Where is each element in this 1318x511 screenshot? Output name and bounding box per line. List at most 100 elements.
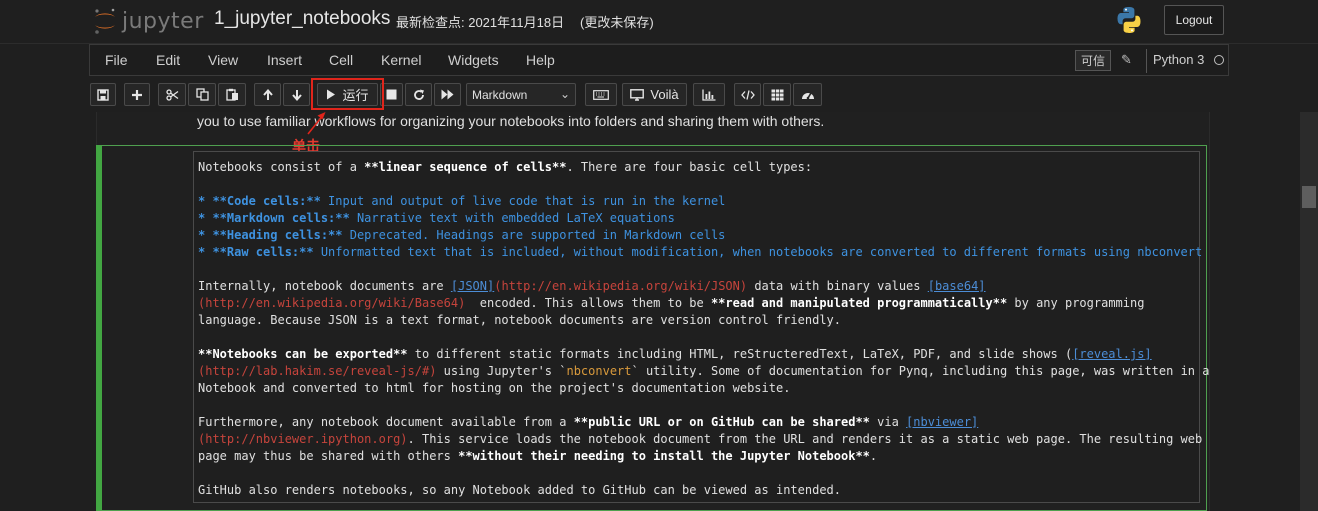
cell-editor[interactable]: Notebooks consist of a **linear sequence… [193, 151, 1209, 503]
kernel-name[interactable]: Python 3 [1153, 52, 1204, 67]
editor-line: (http://en.wikipedia.org/wiki/Base64) en… [198, 295, 1199, 312]
page-scrollbar[interactable] [1300, 112, 1318, 511]
save-icon [97, 88, 109, 101]
notebook-name[interactable]: 1_jupyter_notebooks [214, 8, 390, 30]
menu-cell[interactable]: Cell [329, 52, 353, 68]
voila-button[interactable]: Voilà [622, 83, 687, 106]
command-palette-button[interactable] [585, 83, 617, 106]
menu-file[interactable]: File [105, 52, 128, 68]
dashboard-button[interactable] [793, 83, 822, 106]
toolbar: 运行 Voilà [0, 76, 1318, 112]
menu-kernel[interactable]: Kernel [381, 52, 421, 68]
link-revealjs[interactable]: [reveal.js] [1072, 347, 1151, 361]
cell-type-select[interactable]: Markdown ⌄ [466, 83, 576, 106]
bold-run: **read and manipulated programmatically*… [710, 296, 1008, 310]
checkpoint-status: 最新检查点: 2021年11月18日 [396, 15, 565, 30]
bold-run: **Notebooks can be exported** [198, 347, 408, 361]
link-nbviewer[interactable]: [nbviewer] [906, 415, 978, 429]
monitor-icon [630, 88, 645, 101]
refresh-icon [413, 89, 424, 100]
text-run: encoded. This allows them to be [465, 296, 711, 310]
fast-forward-icon [441, 89, 454, 100]
menu-view[interactable]: View [208, 52, 238, 68]
scissors-icon [165, 88, 178, 101]
paste-button[interactable] [218, 83, 246, 106]
menu-help[interactable]: Help [526, 52, 555, 68]
url-run: (http://en.wikipedia.org/wiki/JSON) [494, 279, 748, 293]
text-run: language. Because JSON is a text format,… [198, 313, 841, 327]
editor-blank-line [198, 465, 1199, 482]
text-run: ` utility. Some of documentation for Pyn… [631, 364, 1210, 378]
voila-label: Voilà [650, 87, 679, 102]
editor-line: Notebook and converted to html for hosti… [198, 380, 1199, 397]
editor-blank-line [198, 329, 1199, 346]
text-run: Notebooks consist of a [198, 160, 365, 174]
cell-type-value: Markdown [472, 87, 528, 102]
bold-run: **linear sequence of cells** [364, 160, 567, 174]
restart-kernel-button[interactable] [405, 83, 432, 106]
text-run: Furthermore, any notebook document avail… [198, 415, 574, 429]
scrollbar-thumb[interactable] [1302, 186, 1316, 208]
bullet-markdown-cells: * **Markdown cells:** Narrative text wit… [198, 210, 1199, 227]
code-icon [740, 89, 755, 100]
inline-code-run: nbconvert [566, 364, 632, 378]
text-run: Notebook and converted to html for hosti… [198, 381, 791, 395]
keyboard-icon [593, 89, 609, 100]
chart-button[interactable] [693, 83, 725, 106]
bold-run: **public URL or on GitHub can be shared*… [573, 415, 870, 429]
editor-line: Internally, notebook documents are [JSON… [198, 278, 1199, 295]
move-up-button[interactable] [254, 83, 281, 106]
menu-insert[interactable]: Insert [267, 52, 302, 68]
grid-icon [771, 89, 783, 100]
editor-line: (http://nbviewer.ipython.org). This serv… [198, 431, 1202, 448]
cut-button[interactable] [158, 83, 186, 106]
bullet-head: * **Raw cells:** [198, 245, 314, 259]
url-run: (http://en.wikipedia.org/wiki/Base64) [198, 296, 466, 310]
text-run: GitHub also renders notebooks, so any No… [198, 483, 841, 497]
logo-wordmark: jupyter [122, 8, 204, 34]
text-run: data with binary values [747, 279, 928, 293]
text-run: . [869, 449, 878, 463]
bullet-code-cells: * **Code cells:** Input and output of li… [198, 193, 1199, 210]
jupyter-logo[interactable]: jupyter [92, 6, 204, 36]
editor-line: Notebooks consist of a **linear sequence… [198, 159, 1199, 176]
embed-code-button[interactable] [734, 83, 761, 106]
autosave-status: (更改未保存) [580, 15, 654, 30]
copy-button[interactable] [188, 83, 216, 106]
jupyter-logo-icon [95, 8, 115, 34]
text-run: by any programming [1007, 296, 1145, 310]
restart-run-all-button[interactable] [434, 83, 461, 106]
logout-button[interactable]: Logout [1164, 5, 1224, 35]
copy-icon [195, 88, 209, 101]
chevron-down-icon: ⌄ [559, 87, 570, 101]
text-run: using Jupyter's ` [436, 364, 567, 378]
bullet-body: Narrative text with embedded LaTeX equat… [349, 211, 675, 225]
text-run: page may thus be shared with others [198, 449, 459, 463]
menu-widgets[interactable]: Widgets [448, 52, 499, 68]
menu-edit[interactable]: Edit [156, 52, 180, 68]
insert-cell-button[interactable] [124, 83, 150, 106]
text-run: Internally, notebook documents are [198, 279, 451, 293]
trusted-badge[interactable]: 可信 [1075, 50, 1111, 71]
grid-button[interactable] [763, 83, 791, 106]
move-down-button[interactable] [283, 83, 310, 106]
url-run: (http://lab.hakim.se/reveal-js/#) [198, 364, 437, 378]
text-run: . There are four basic cell types: [566, 160, 813, 174]
editor-line: language. Because JSON is a text format,… [198, 312, 1199, 329]
arrow-down-icon [291, 89, 302, 101]
python-logo-icon [1117, 7, 1141, 33]
editor-line: GitHub also renders notebooks, so any No… [198, 482, 1199, 499]
arrow-up-icon [262, 88, 273, 100]
bullet-head: * **Markdown cells:** [198, 211, 350, 225]
text-run: . This service loads the notebook docume… [407, 432, 1203, 446]
save-button[interactable] [90, 83, 116, 106]
editor-blank-line [198, 397, 1199, 414]
link-base64[interactable]: [base64] [928, 279, 986, 293]
bullet-body: Deprecated. Headings are supported in Ma… [342, 228, 726, 242]
annotation-arrow-icon [307, 112, 326, 135]
text-run: via [869, 415, 907, 429]
bullet-head: * **Code cells:** [198, 194, 321, 208]
bullet-body: Unformatted text that is included, witho… [313, 245, 1203, 259]
link-json[interactable]: [JSON] [451, 279, 494, 293]
bullet-heading-cells: * **Heading cells:** Deprecated. Heading… [198, 227, 1199, 244]
